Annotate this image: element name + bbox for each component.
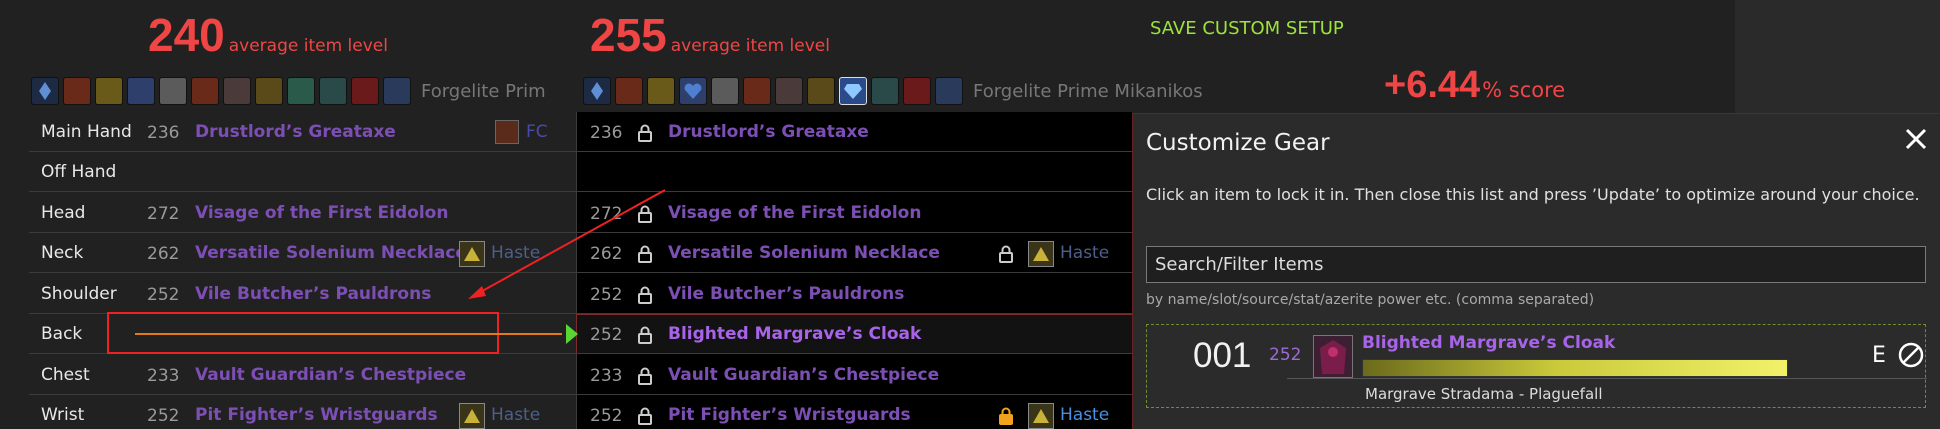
search-hint: by name/slot/source/stat/azerite power e… [1146,292,1595,308]
search-filter-input[interactable] [1146,246,1926,283]
ban-icon[interactable] [1897,341,1925,369]
customize-gear-panel: Customize Gear Click an item to lock it … [1132,113,1940,429]
panel-instructions: Click an item to lock it in. Then close … [1146,185,1920,204]
result-source: Margrave Stradama - Plaguefall [1365,385,1603,403]
panel-title: Customize Gear [1146,130,1330,156]
result-item[interactable]: 001 252 Blighted Margrave’s Cloak Margra… [1146,324,1927,408]
cloak-icon [1313,335,1353,378]
result-rank: 001 [1193,336,1252,375]
result-ilvl: 252 [1269,345,1302,365]
equip-button[interactable]: E [1872,343,1886,368]
close-icon[interactable] [1903,126,1929,152]
result-score-bar [1362,359,1788,377]
result-name[interactable]: Blighted Margrave’s Cloak [1362,333,1615,353]
result-divider [1287,378,1927,379]
